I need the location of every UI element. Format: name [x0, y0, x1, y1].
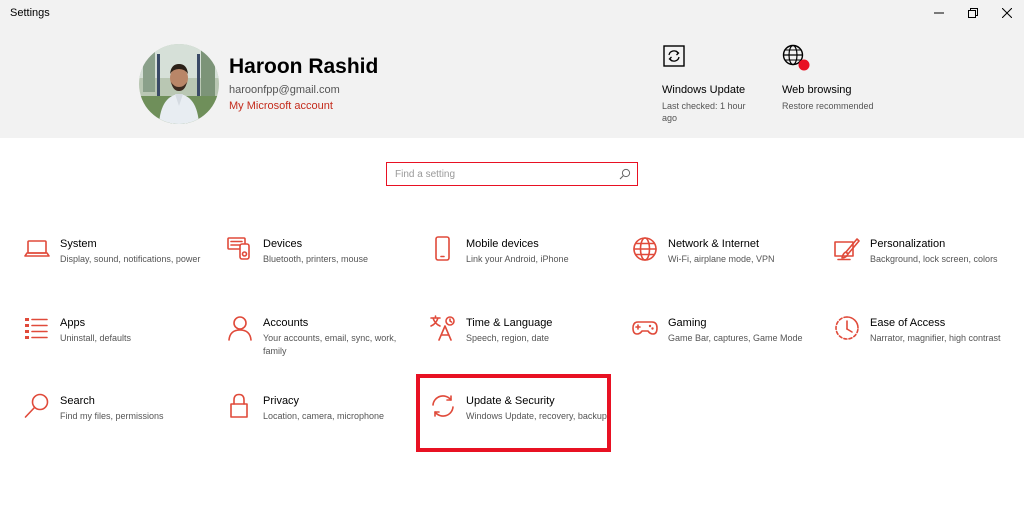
category-ease-of-access[interactable]: Ease of Access Narrator, magnifier, high… — [834, 315, 1024, 379]
laptop-icon — [24, 240, 50, 257]
close-icon — [1002, 8, 1012, 18]
category-desc: Narrator, magnifier, high contrast — [870, 333, 1001, 343]
category-title: Personalization — [870, 238, 946, 250]
category-privacy[interactable]: Privacy Location, camera, microphone — [227, 393, 417, 457]
category-time-language[interactable]: Time & Language Speech, region, date — [430, 315, 620, 379]
ease-of-access-icon — [835, 316, 859, 340]
avatar[interactable] — [139, 44, 219, 124]
apps-list-icon — [25, 318, 48, 339]
category-title: System — [60, 238, 97, 250]
restore-button[interactable] — [956, 0, 990, 26]
category-desc: Location, camera, microphone — [263, 411, 385, 421]
category-desc: Game Bar, captures, Game Mode — [668, 333, 803, 343]
category-desc: Background, lock screen, colors — [870, 254, 998, 264]
user-name: Haroon Rashid — [229, 55, 379, 78]
windows-update-icon — [663, 45, 685, 67]
minimize-button[interactable] — [922, 0, 956, 26]
time-language-icon — [430, 315, 455, 341]
category-desc: Find my files, permissions — [60, 411, 164, 421]
category-desc: Speech, region, date — [466, 333, 550, 343]
category-apps[interactable]: Apps Uninstall, defaults — [24, 315, 214, 379]
category-desc: Uninstall, defaults — [60, 333, 132, 343]
app-title: Settings — [10, 7, 50, 19]
category-personalization[interactable]: Personalization Background, lock screen,… — [834, 236, 1024, 300]
category-accounts[interactable]: Accounts Your accounts, email, sync, wor… — [227, 315, 417, 379]
search-input[interactable] — [387, 163, 607, 185]
category-network-internet[interactable]: Network & Internet Wi-Fi, airplane mode,… — [632, 236, 822, 300]
quick-action-subtitle: Restore recommended — [782, 101, 874, 111]
quick-action-subtitle: Last checked: 1 hour ago — [662, 101, 746, 123]
user-photo — [139, 44, 219, 124]
category-title: Ease of Access — [870, 317, 946, 329]
category-title: Network & Internet — [668, 238, 760, 250]
restore-icon — [968, 8, 978, 18]
category-title: Privacy — [263, 395, 300, 407]
title-bar: Settings — [0, 0, 1024, 26]
highlight-box — [416, 374, 611, 452]
minimize-icon — [934, 12, 944, 14]
category-system[interactable]: System Display, sound, notifications, po… — [24, 236, 214, 300]
search-icon[interactable] — [619, 168, 631, 180]
user-email: haroonfpp@gmail.com — [229, 84, 340, 96]
person-icon — [228, 316, 252, 341]
globe-icon — [633, 237, 657, 261]
microsoft-account-link[interactable]: My Microsoft account — [229, 100, 333, 112]
category-title: Accounts — [263, 317, 309, 329]
category-desc: Link your Android, iPhone — [466, 254, 569, 264]
devices-icon — [227, 237, 250, 260]
category-title: Gaming — [668, 317, 707, 329]
category-title: Mobile devices — [466, 238, 539, 250]
category-search[interactable]: Search Find my files, permissions — [24, 393, 214, 457]
category-title: Time & Language — [466, 317, 553, 329]
globe-alert-icon — [782, 44, 810, 71]
gamepad-icon — [632, 321, 658, 335]
lock-icon — [230, 393, 248, 418]
category-desc: Bluetooth, printers, mouse — [263, 254, 369, 264]
category-title: Devices — [263, 238, 303, 250]
quick-action-title: Windows Update — [662, 84, 746, 96]
paintbrush-icon — [834, 238, 860, 261]
close-button[interactable] — [990, 0, 1024, 26]
category-devices[interactable]: Devices Bluetooth, printers, mouse — [227, 236, 417, 300]
phone-icon — [435, 236, 450, 261]
search-box[interactable] — [386, 162, 638, 186]
category-desc: Your accounts, email, sync, work, family — [263, 333, 397, 356]
category-title: Search — [60, 395, 95, 407]
category-mobile-devices[interactable]: Mobile devices Link your Android, iPhone — [430, 236, 620, 300]
category-title: Apps — [60, 317, 86, 329]
category-gaming[interactable]: Gaming Game Bar, captures, Game Mode — [632, 315, 822, 379]
quick-action-title: Web browsing — [782, 84, 852, 96]
category-desc: Display, sound, notifications, power — [60, 254, 201, 264]
search-icon — [24, 393, 49, 418]
category-desc: Wi-Fi, airplane mode, VPN — [668, 254, 775, 264]
